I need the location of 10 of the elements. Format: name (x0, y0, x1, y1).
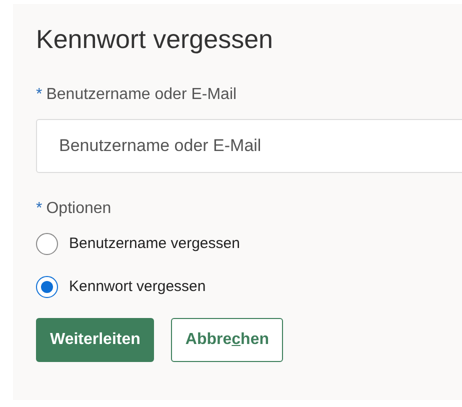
options-label: * Optionen (36, 199, 112, 220)
radio-label[interactable]: Benutzername vergessen (69, 233, 240, 256)
cancel-button[interactable]: Abbrechen (171, 318, 283, 362)
radio-button[interactable] (36, 233, 58, 256)
field-label: * Benutzername oder E-Mail (36, 85, 238, 106)
username-field[interactable]: Benutzername oder E-Mail (36, 119, 462, 174)
page-title: Kennwort vergessen (36, 24, 274, 56)
radio-button[interactable] (36, 276, 58, 298)
submit-button[interactable]: Weiterleiten (36, 318, 154, 362)
radio-label[interactable]: Kennwort vergessen (69, 276, 206, 298)
